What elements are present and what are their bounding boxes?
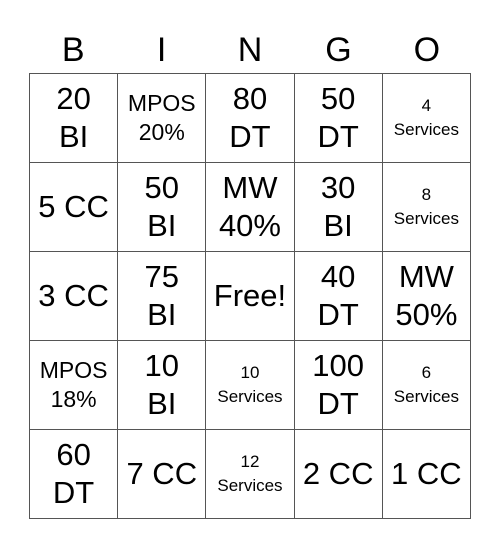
bingo-cell[interactable]: 50 DT <box>293 73 383 163</box>
bingo-cell[interactable]: 2 CC <box>293 429 383 519</box>
bingo-row: 60 DT 7 CC 12 Services 2 CC 1 CC <box>28 429 472 519</box>
bingo-row: 20 BI MPOS 20% 80 DT 50 DT 4 Services <box>28 73 472 163</box>
header-letter-i: I <box>156 31 167 69</box>
bingo-cell[interactable]: 60 DT <box>28 429 119 519</box>
bingo-cell[interactable]: 8 Services <box>381 162 472 252</box>
bingo-cell[interactable]: MPOS 20% <box>117 73 207 163</box>
bingo-cell[interactable]: MW 40% <box>205 162 295 252</box>
bingo-row: 3 CC 75 BI Free! 40 DT MW 50% <box>28 251 472 341</box>
bingo-cell[interactable]: 3 CC <box>28 251 119 341</box>
bingo-cell[interactable]: 40 DT <box>293 251 383 341</box>
bingo-cell[interactable]: MPOS 18% <box>28 340 119 430</box>
bingo-cell[interactable]: MW 50% <box>381 251 472 341</box>
bingo-cell[interactable]: 7 CC <box>117 429 207 519</box>
bingo-row: MPOS 18% 10 BI 10 Services 100 DT 6 Services <box>28 340 472 430</box>
bingo-cell[interactable]: 20 BI <box>28 73 119 163</box>
bingo-cell[interactable]: 1 CC <box>381 429 472 519</box>
bingo-cell[interactable]: Free! <box>205 251 295 341</box>
bingo-cell[interactable]: 30 BI <box>293 162 383 252</box>
bingo-cell[interactable]: 4 Services <box>381 73 472 163</box>
bingo-grid: 20 BI MPOS 20% 80 DT 50 DT 4 Services 5 CC 50 … <box>28 73 472 519</box>
header-letter-o: O <box>413 31 441 69</box>
bingo-cell[interactable]: 10 Services <box>205 340 295 430</box>
bingo-cell[interactable]: 75 BI <box>117 251 207 341</box>
bingo-cell[interactable]: 100 DT <box>293 340 383 430</box>
bingo-cell[interactable]: 10 BI <box>117 340 207 430</box>
bingo-row: 5 CC 50 BI MW 40% 30 BI 8 Services <box>28 162 472 252</box>
bingo-header: B I N G O <box>29 28 471 73</box>
bingo-cell[interactable]: 6 Services <box>381 340 472 430</box>
bingo-cell[interactable]: 80 DT <box>205 73 295 163</box>
header-letter-b: B <box>61 31 85 69</box>
bingo-cell[interactable]: 5 CC <box>28 162 119 252</box>
bingo-cell[interactable]: 50 BI <box>117 162 207 252</box>
bingo-cell[interactable]: 12 Services <box>205 429 295 519</box>
header-letter-g: G <box>325 31 352 69</box>
header-letter-n: N <box>237 31 263 69</box>
